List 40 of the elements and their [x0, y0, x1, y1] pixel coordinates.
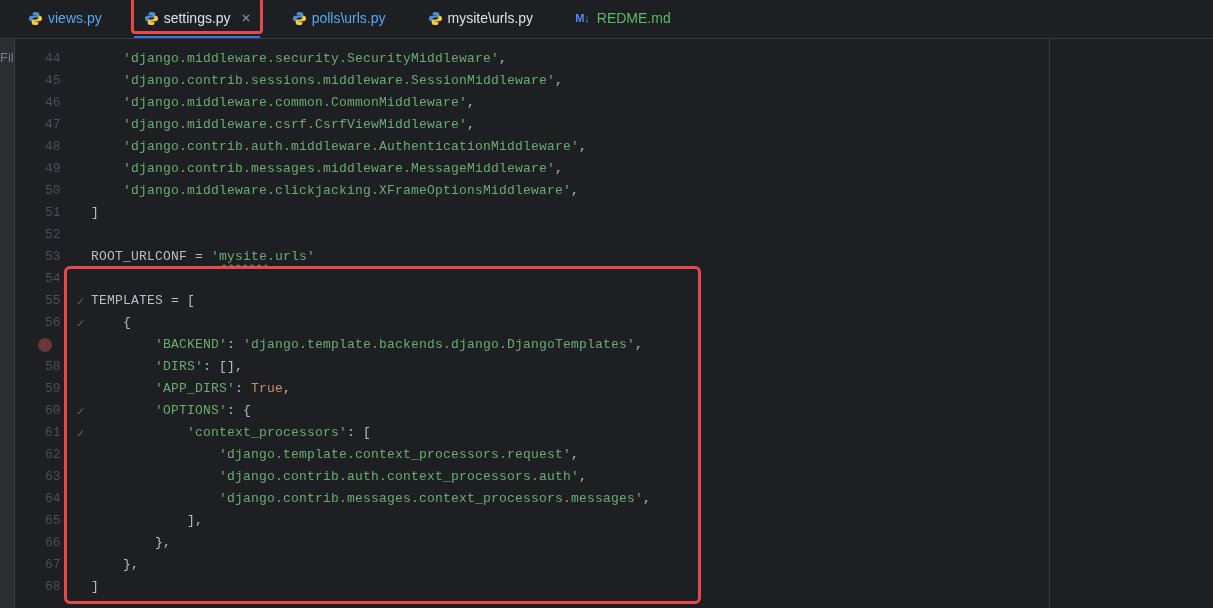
code-line: 'django.contrib.sessions.middleware.SessionMiddleware',	[122, 72, 564, 91]
code-line: 'django.contrib.auth.context_processors.auth',	[218, 468, 588, 487]
code-line: 'context_processors': [	[186, 424, 372, 443]
code-line: ],	[186, 512, 204, 531]
code-line: ROOT_URLCONF = 'mysite.urls'	[91, 248, 316, 267]
editor-tab[interactable]: polls\urls.py	[281, 0, 396, 38]
code-line: ]	[91, 578, 99, 597]
editor-tab[interactable]: M↓ REDME.md	[565, 0, 681, 38]
editor-tab[interactable]: views.py	[18, 0, 112, 38]
code-line: 'django.middleware.security.SecurityMiddleware',	[122, 50, 508, 69]
python-icon	[143, 10, 159, 26]
editor-tab[interactable]: mysite\urls.py	[417, 0, 544, 38]
code-line: 'django.middleware.common.CommonMiddleware',	[122, 94, 476, 113]
editor-tab[interactable]: settings.py	[133, 0, 260, 38]
fold-icon[interactable]	[77, 430, 83, 436]
code-line: 'django.middleware.clickjacking.XFrameOptionsMiddleware',	[122, 182, 580, 201]
code-line: TEMPLATES = [	[91, 292, 196, 311]
fold-icon[interactable]	[77, 320, 83, 326]
code-line: 'APP_DIRS': True,	[154, 380, 292, 399]
code-line: 'django.template.context_processors.request',	[218, 446, 580, 465]
python-icon	[427, 10, 443, 26]
code-line: },	[154, 534, 171, 553]
code-line: 'BACKEND': 'django.template.backends.django.DjangoTemplates',	[154, 336, 644, 355]
breakpoint-icon[interactable]	[38, 338, 52, 352]
code-line: 'django.contrib.auth.middleware.AuthenticationMiddleware',	[122, 138, 588, 157]
panel-label: Fil	[0, 49, 14, 67]
fold-icon[interactable]	[77, 408, 83, 414]
close-icon[interactable]	[241, 14, 250, 22]
code-line: {	[122, 314, 131, 333]
python-icon	[28, 10, 43, 26]
code-line: 'django.middleware.csrf.CsrfViewMiddleware',	[122, 116, 476, 135]
python-icon	[291, 10, 307, 26]
code-line: ]	[91, 204, 99, 223]
code-line: 'django.contrib.messages.context_processors.messages',	[218, 490, 652, 509]
code-line: },	[122, 556, 139, 575]
fold-icon[interactable]	[77, 298, 83, 304]
code-line: 'DIRS': [],	[154, 358, 244, 377]
markdown-icon: M↓	[575, 9, 590, 27]
code-line: 'django.contrib.messages.middleware.MessageMiddleware',	[122, 160, 564, 179]
code-line: 'OPTIONS': {	[154, 402, 252, 421]
